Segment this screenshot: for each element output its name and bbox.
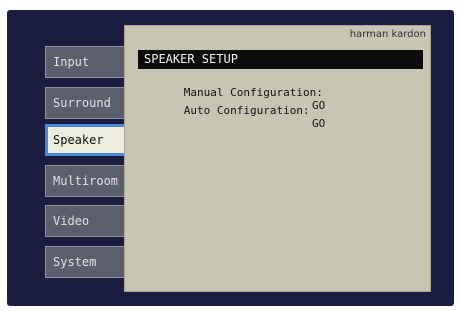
osd-screen: Input Surround Speaker Multiroom Video S… — [7, 10, 454, 306]
panel-title: SPEAKER SETUP — [138, 50, 423, 69]
option-value: GO — [312, 99, 326, 112]
nav-item-label: Surround — [53, 96, 111, 110]
nav-item-label: Speaker — [53, 133, 104, 147]
nav-item-label: System — [53, 255, 97, 269]
option-value: GO — [312, 117, 326, 130]
speaker-setup-panel: harman kardon SPEAKER SETUP Manual Confi… — [124, 25, 431, 292]
brand-logo: harman kardon — [349, 29, 426, 40]
nav-item-label: Input — [53, 55, 90, 69]
nav-item-label: Video — [53, 214, 90, 228]
nav-item-label: Multiroom — [53, 174, 119, 188]
option-label: Auto Configuration: — [183, 104, 310, 117]
auto-configuration-option[interactable]: Auto Configuration: GO — [144, 91, 326, 143]
